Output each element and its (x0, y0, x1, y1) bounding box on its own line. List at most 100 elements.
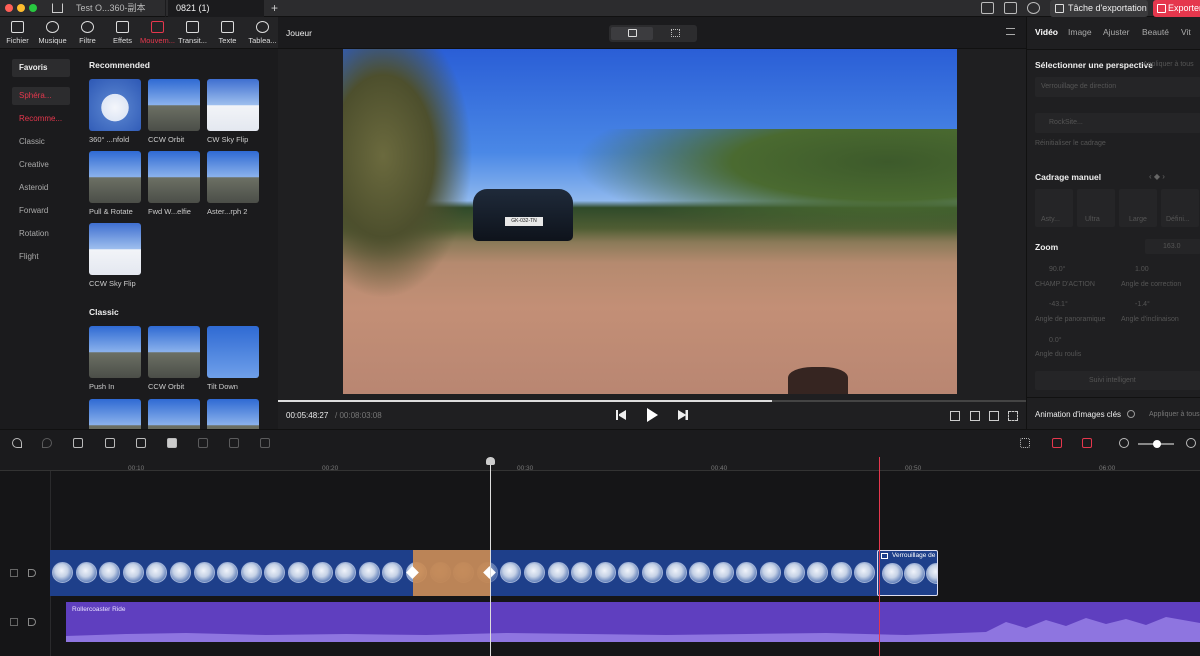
tool-board[interactable]: Tablea... (245, 17, 280, 49)
video-track-lock-icon[interactable] (10, 569, 18, 577)
playhead[interactable] (486, 457, 495, 656)
tool-filter[interactable]: Filtre (70, 17, 105, 49)
tab-project-2[interactable]: 0821 (1) (168, 0, 264, 17)
tab-adjust[interactable]: Ajuster (1103, 27, 1129, 37)
trim-end-icon[interactable] (136, 438, 146, 448)
minimize-window-button[interactable] (17, 4, 25, 12)
fullscreen-icon[interactable] (1008, 411, 1018, 421)
audio-clip[interactable]: Rollercoaster Ride (66, 602, 1200, 642)
freeze-icon[interactable] (198, 438, 208, 448)
export-button[interactable]: Exporter (1153, 0, 1200, 17)
zoom-slider[interactable] (1138, 440, 1174, 448)
help-icon[interactable] (1127, 410, 1135, 418)
menu-icon[interactable] (1006, 28, 1015, 35)
param-value[interactable]: 90.0° (1049, 266, 1065, 273)
param-value[interactable]: 1.00 (1135, 266, 1149, 273)
effect-thumb[interactable] (148, 399, 200, 429)
reset-crop-link[interactable]: Réinitialiser le cadrage (1035, 140, 1106, 147)
nav-flight[interactable]: Flight (12, 248, 70, 266)
zoom-window-button[interactable] (29, 4, 37, 12)
export-task-button[interactable]: Tâche d'exportation (1050, 0, 1148, 17)
keyframe-nav-icon[interactable]: ‹ ◆ › (1149, 172, 1165, 181)
grid-view-button[interactable] (655, 27, 695, 40)
trim-start-icon[interactable] (105, 438, 115, 448)
effect-thumb[interactable] (148, 326, 200, 378)
tab-project-1[interactable]: Test O...360-副本 (68, 0, 166, 17)
undo-icon[interactable] (12, 438, 22, 448)
tab-speed[interactable]: Vit (1181, 27, 1191, 37)
marker-icon[interactable] (167, 438, 177, 448)
audio-track-lock-icon[interactable] (10, 618, 18, 626)
effect-thumb[interactable] (89, 79, 141, 131)
effect-thumb[interactable] (89, 399, 141, 429)
effect-thumb[interactable] (207, 151, 259, 203)
aspect-ratio-icon[interactable] (950, 411, 960, 421)
home-icon[interactable] (52, 3, 63, 13)
tool-effects[interactable]: Effets (105, 17, 140, 49)
effect-thumb[interactable] (207, 399, 259, 429)
param-value[interactable]: -1.4° (1135, 301, 1150, 308)
license-plate: GK-032-TN (505, 217, 543, 226)
effect-thumb[interactable] (207, 79, 259, 131)
effect-thumb[interactable] (89, 223, 141, 275)
nav-recommended[interactable]: Recomme... (12, 110, 70, 128)
effect-thumb[interactable] (148, 79, 200, 131)
video-frame[interactable]: GK-032-TN (343, 49, 957, 394)
audio-track-mute-icon[interactable] (28, 618, 36, 626)
direction-lock-clip[interactable]: Verrouillage de (877, 550, 938, 596)
zoom-in-icon[interactable] (1186, 438, 1196, 448)
param-value[interactable]: -43.1° (1049, 301, 1068, 308)
layout-icon[interactable] (981, 2, 994, 14)
snapshot-icon[interactable] (989, 411, 999, 421)
nav-favorites[interactable]: Favoris (12, 59, 70, 77)
frame-thumbnail (830, 562, 852, 583)
nav-forward[interactable]: Forward (12, 202, 70, 220)
tool-file[interactable]: Fichier (0, 17, 35, 49)
zoom-slider-handle[interactable] (1153, 440, 1161, 448)
single-view-button[interactable] (611, 27, 653, 40)
audio-wave-icon[interactable] (1020, 438, 1030, 448)
tool-text[interactable]: Texte (210, 17, 245, 49)
zoom-out-icon[interactable] (1119, 438, 1129, 448)
tool-motion[interactable]: Mouvem... (140, 17, 175, 49)
nav-classic[interactable]: Classic (12, 133, 70, 151)
next-frame-button[interactable] (678, 410, 688, 420)
playhead-handle[interactable] (486, 457, 495, 465)
tab-image[interactable]: Image (1068, 27, 1092, 37)
redo-icon[interactable] (42, 438, 52, 448)
account-icon[interactable] (1027, 2, 1040, 14)
red-marker-icon[interactable] (1052, 438, 1062, 448)
effect-label: Aster...rph 2 (207, 207, 248, 216)
nav-rotation[interactable]: Rotation (12, 225, 70, 243)
effect-thumb[interactable] (148, 151, 200, 203)
red-split-icon[interactable] (1082, 438, 1092, 448)
edit-icon[interactable] (260, 438, 270, 448)
crop-icon[interactable] (229, 438, 239, 448)
notes-icon[interactable] (1004, 2, 1017, 14)
selected-effect-segment[interactable] (413, 550, 490, 596)
effect-thumb[interactable] (89, 326, 141, 378)
tool-music[interactable]: Musique (35, 17, 70, 49)
effect-thumb[interactable] (207, 326, 259, 378)
split-icon[interactable] (73, 438, 83, 448)
nav-spherical[interactable]: Sphéra... (12, 87, 70, 105)
play-button[interactable] (647, 408, 658, 422)
keyframe-apply-all[interactable]: Appliquer à tous (1149, 411, 1200, 418)
media-toolbar: Fichier Musique Filtre Effets Mouvem... … (0, 17, 278, 49)
tab-video[interactable]: Vidéo (1035, 27, 1058, 37)
new-tab-button[interactable]: + (271, 1, 278, 15)
close-window-button[interactable] (5, 4, 13, 12)
param-value[interactable]: 0.0° (1049, 337, 1062, 344)
video-track-mute-icon[interactable] (28, 569, 36, 577)
nav-creative[interactable]: Creative (12, 156, 70, 174)
progress-track[interactable] (278, 400, 1026, 402)
apply-all-perspective[interactable]: Appliquer à tous (1143, 61, 1194, 68)
tool-transitions[interactable]: Transit... (175, 17, 210, 49)
effect-thumb[interactable] (89, 151, 141, 203)
tab-beauty[interactable]: Beauté (1142, 27, 1169, 37)
quality-icon[interactable] (970, 411, 980, 421)
nav-asteroid[interactable]: Asteroid (12, 179, 70, 197)
left-trees (343, 49, 473, 299)
timeline-ruler[interactable]: 00:10 00:20 00:30 00:40 00:50 06:00 (0, 457, 1200, 472)
previous-frame-button[interactable] (616, 410, 626, 420)
